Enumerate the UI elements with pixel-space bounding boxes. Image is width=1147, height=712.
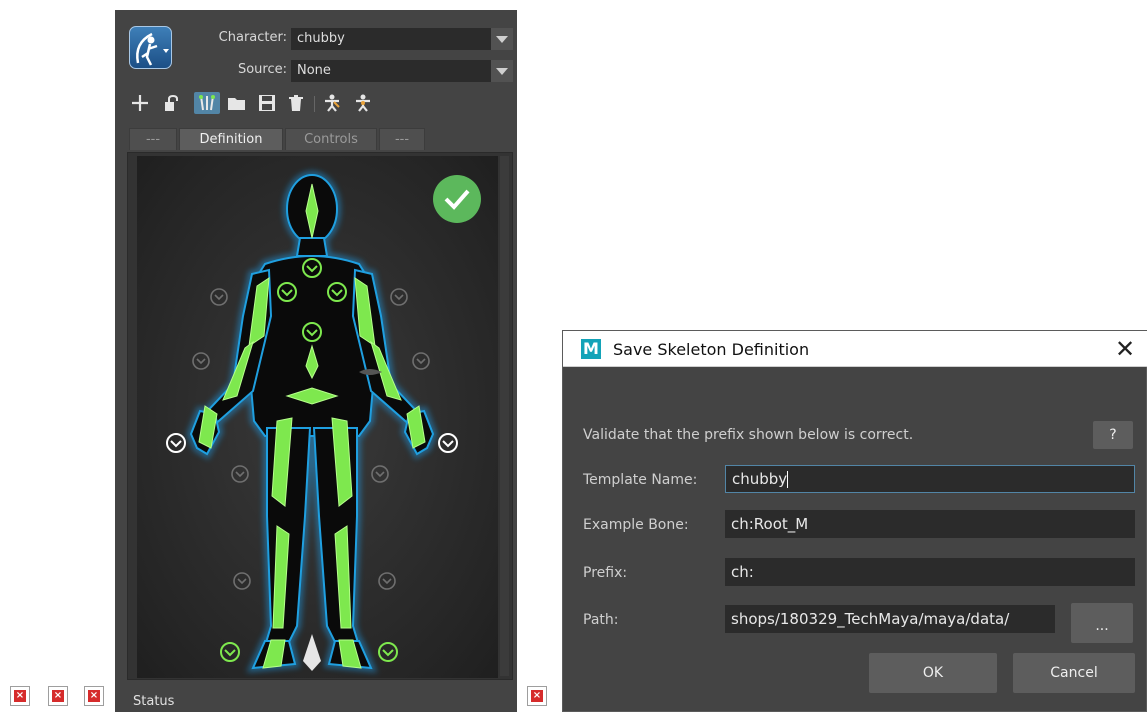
hik-logo-icon: [136, 32, 169, 66]
tab-controls[interactable]: Controls: [285, 128, 377, 150]
browse-button[interactable]: ...: [1071, 603, 1133, 643]
maya-logo-icon: M: [581, 339, 601, 359]
ok-button[interactable]: OK: [869, 653, 997, 693]
character-alt-icon[interactable]: [351, 92, 375, 114]
example-bone-input[interactable]: ch:Root_M: [725, 510, 1135, 538]
tab-last[interactable]: ---: [379, 128, 425, 150]
delete-icon[interactable]: [285, 92, 307, 114]
save-icon[interactable]: [256, 92, 278, 114]
example-bone-label: Example Bone:: [583, 517, 689, 533]
humanik-panel: Character: chubby Source: None --- Defin…: [115, 10, 517, 712]
path-label: Path:: [583, 612, 619, 628]
help-button[interactable]: ?: [1093, 421, 1133, 449]
broken-image-icon: ×: [48, 686, 68, 706]
chevron-down-icon: [491, 28, 513, 50]
view-scrollbar[interactable]: [500, 156, 509, 676]
source-label: Source:: [237, 62, 287, 77]
prefix-label: Prefix:: [583, 565, 628, 581]
hik-menu-button[interactable]: [129, 26, 172, 69]
path-input[interactable]: shops/180329_TechMaya/maya/data/: [725, 605, 1055, 633]
prefix-input[interactable]: ch:: [725, 558, 1135, 586]
character-dropdown[interactable]: chubby: [291, 28, 513, 50]
character-label: Character:: [218, 30, 287, 45]
skeleton-view[interactable]: [137, 156, 498, 678]
dialog-titlebar[interactable]: M Save Skeleton Definition ✕: [563, 331, 1147, 367]
skeleton-mode-icon[interactable]: [194, 92, 220, 114]
ground-marker: [303, 634, 321, 671]
open-folder-icon[interactable]: [225, 92, 249, 114]
unlock-icon[interactable]: [161, 92, 183, 114]
template-name-label: Template Name:: [583, 472, 698, 488]
add-icon[interactable]: [129, 92, 151, 114]
source-value: None: [297, 63, 331, 78]
broken-image-icon: ×: [527, 686, 547, 706]
check-icon: [433, 175, 481, 223]
status-label: Status: [133, 694, 175, 709]
template-name-input[interactable]: chubby: [725, 465, 1135, 493]
chevron-down-icon: [491, 60, 513, 82]
cancel-button[interactable]: Cancel: [1013, 653, 1135, 693]
broken-image-icon: ×: [10, 686, 30, 706]
dialog-title: Save Skeleton Definition: [613, 340, 810, 359]
tab-first[interactable]: ---: [129, 128, 177, 150]
toolbar-divider: [314, 96, 315, 112]
character-value: chubby: [297, 31, 345, 46]
save-skeleton-dialog: M Save Skeleton Definition ✕ Validate th…: [562, 330, 1147, 712]
dialog-message: Validate that the prefix shown below is …: [583, 427, 914, 443]
source-dropdown[interactable]: None: [291, 60, 513, 82]
broken-image-icon: ×: [84, 686, 104, 706]
close-icon[interactable]: ✕: [1115, 335, 1135, 363]
character-icon[interactable]: [320, 92, 344, 114]
tab-definition[interactable]: Definition: [179, 128, 283, 150]
